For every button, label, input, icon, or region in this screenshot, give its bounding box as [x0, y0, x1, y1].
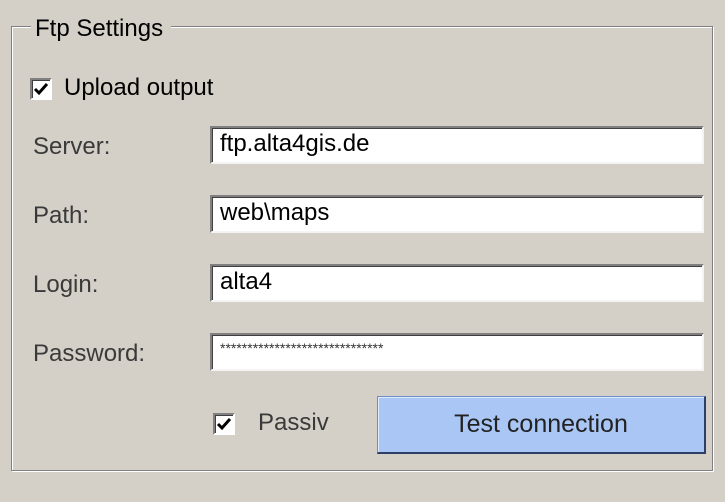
- passiv-label[interactable]: Passiv: [258, 408, 329, 438]
- server-label: Server:: [33, 133, 111, 160]
- upload-output-checkbox[interactable]: [30, 78, 52, 100]
- login-label: Login:: [33, 271, 99, 298]
- checkmark-icon: [33, 83, 49, 96]
- password-label: Password:: [33, 340, 146, 367]
- login-input[interactable]: alta4: [210, 264, 704, 302]
- server-input[interactable]: ftp.alta4gis.de: [210, 126, 704, 164]
- checkmark-icon: [216, 418, 232, 431]
- path-input[interactable]: web\maps: [210, 195, 704, 233]
- test-connection-button[interactable]: Test connection: [377, 396, 706, 454]
- passiv-checkbox[interactable]: [213, 413, 235, 435]
- upload-output-label[interactable]: Upload output: [64, 73, 213, 103]
- password-input[interactable]: ******************************: [210, 333, 704, 371]
- path-label: Path:: [33, 202, 90, 229]
- group-title: Ftp Settings: [31, 13, 172, 45]
